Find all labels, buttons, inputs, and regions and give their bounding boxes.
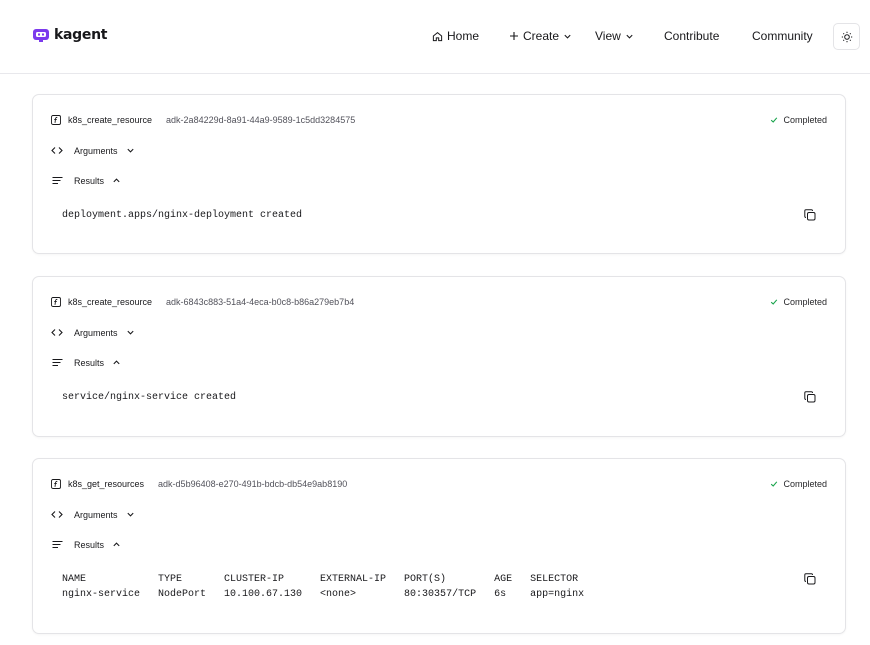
arguments-label: Arguments	[74, 327, 118, 338]
chevron-up-icon	[113, 542, 120, 547]
copy-icon	[804, 391, 816, 403]
plus-icon	[510, 32, 518, 40]
nav-community[interactable]: Community	[752, 26, 813, 46]
chevron-down-icon	[126, 512, 134, 517]
chevron-down-icon	[626, 34, 633, 39]
status-label: Completed	[783, 114, 827, 125]
kagent-logo[interactable]: kagent	[32, 27, 107, 43]
arguments-toggle[interactable]: Arguments	[51, 326, 135, 339]
results-label: Results	[74, 539, 105, 550]
nav-create-label: Create	[523, 29, 560, 43]
tool-call-id: adk-d5b96408-e270-491b-bdcb-db54e9ab8190	[158, 478, 348, 489]
result-output: service/nginx-service created	[62, 392, 237, 403]
top-navbar: kagent Home Create View Contribute Commu…	[0, 0, 870, 74]
nav-contribute-label: Contribute	[664, 29, 720, 43]
function-icon	[51, 114, 61, 125]
text-lines-icon	[52, 176, 62, 185]
tool-name: k8s_get_resources	[68, 478, 145, 489]
arguments-toggle[interactable]: Arguments	[51, 144, 135, 157]
chevron-up-icon	[113, 360, 120, 365]
sun-icon	[841, 31, 852, 42]
brand-name: kagent	[54, 27, 108, 43]
copy-button[interactable]	[803, 208, 817, 222]
nav-contribute[interactable]: Contribute	[664, 26, 719, 46]
results-toggle[interactable]: Results	[51, 538, 121, 551]
copy-button[interactable]	[803, 390, 817, 404]
check-icon	[771, 298, 778, 305]
result-output: NAME TYPE CLUSTER-IP EXTERNAL-IP PORT(S)…	[62, 574, 585, 600]
status-label: Completed	[783, 478, 827, 489]
tool-name: k8s_create_resource	[68, 114, 153, 125]
code-icon	[51, 147, 63, 154]
chevron-down-icon	[126, 148, 134, 153]
check-icon	[771, 480, 778, 487]
check-icon	[771, 116, 778, 123]
nav-create[interactable]: Create	[509, 26, 572, 46]
nav-community-label: Community	[752, 29, 813, 43]
tool-call-card: k8s_get_resources adk-d5b96408-e270-491b…	[32, 458, 846, 634]
copy-icon	[804, 573, 816, 585]
tool-call-header: k8s_get_resources adk-d5b96408-e270-491b…	[51, 477, 347, 490]
theme-toggle-button[interactable]	[833, 23, 860, 50]
arguments-label: Arguments	[74, 509, 118, 520]
chevron-down-icon	[564, 34, 571, 39]
tool-call-card: k8s_create_resource adk-2a84229d-8a91-44…	[32, 94, 846, 254]
code-icon	[51, 329, 63, 336]
home-icon	[432, 31, 443, 41]
copy-icon	[804, 209, 816, 221]
tool-call-header: k8s_create_resource adk-2a84229d-8a91-44…	[51, 113, 355, 126]
code-icon	[51, 511, 63, 518]
kagent-logo-icon	[33, 29, 49, 42]
text-lines-icon	[52, 540, 62, 549]
tool-name: k8s_create_resource	[68, 296, 153, 307]
status-label: Completed	[783, 296, 827, 307]
status-badge: Completed	[770, 295, 827, 308]
nav-home-label: Home	[447, 29, 480, 43]
chevron-down-icon	[126, 330, 134, 335]
function-icon	[51, 296, 61, 307]
results-toggle[interactable]: Results	[51, 356, 121, 369]
copy-button[interactable]	[803, 572, 817, 586]
tool-call-id: adk-2a84229d-8a91-44a9-9589-1c5dd3284575	[166, 114, 356, 125]
function-icon	[51, 478, 61, 489]
status-badge: Completed	[770, 113, 827, 126]
results-toggle[interactable]: Results	[51, 174, 121, 187]
nav-home[interactable]: Home	[432, 26, 479, 46]
nav-view-label: View	[595, 29, 621, 43]
text-lines-icon	[52, 358, 62, 367]
status-badge: Completed	[770, 477, 827, 490]
result-output: deployment.apps/nginx-deployment created	[62, 210, 303, 221]
arguments-toggle[interactable]: Arguments	[51, 508, 135, 521]
nav-view[interactable]: View	[595, 26, 634, 46]
tool-call-id: adk-6843c883-51a4-4eca-b0c8-b86a279eb7b4	[166, 296, 355, 307]
results-label: Results	[74, 357, 105, 368]
arguments-label: Arguments	[74, 145, 118, 156]
tool-call-header: k8s_create_resource adk-6843c883-51a4-4e…	[51, 295, 354, 308]
tool-call-card: k8s_create_resource adk-6843c883-51a4-4e…	[32, 276, 846, 437]
results-label: Results	[74, 175, 105, 186]
chevron-up-icon	[113, 178, 120, 183]
